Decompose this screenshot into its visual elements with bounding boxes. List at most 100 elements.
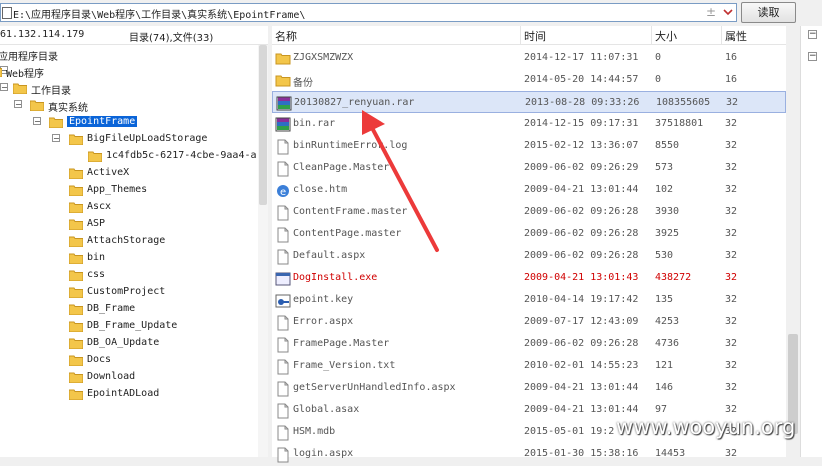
tree-node[interactable]: bin <box>0 250 258 266</box>
tree-node[interactable]: CustomProject <box>0 284 258 300</box>
file-name: CleanPage.Master <box>293 162 390 173</box>
file-size: 4736 <box>655 338 680 349</box>
file-name: ContentPage.master <box>293 228 402 239</box>
tree-node[interactable]: AttachStorage <box>0 233 258 249</box>
tree-node-label: css <box>87 269 106 280</box>
file-row[interactable]: DogInstall.exe 2009-04-21 13:01:43 438272 3… <box>272 267 786 289</box>
file-row[interactable]: Default.aspx 2009-06-02 09:26:28 530 32 <box>272 245 786 267</box>
file-row[interactable]: ZJGXSMZWZX 2014-12-17 11:07:31 0 16 <box>272 47 786 69</box>
folder-icon <box>29 99 45 112</box>
plus-minus-icon[interactable]: ± <box>706 5 716 19</box>
file-row[interactable]: ContentFrame.master 2009-06-02 09:26:28 39… <box>272 201 786 223</box>
chevron-down-icon[interactable] <box>719 3 737 22</box>
tree-node-label: Download <box>87 371 136 382</box>
read-button[interactable]: 读取 <box>741 2 796 23</box>
file-size: 3925 <box>655 228 680 239</box>
file-row[interactable]: epoint.key 2010-04-14 19:17:42 135 32 <box>272 289 786 311</box>
tree-node[interactable]: Docs <box>0 352 258 368</box>
tree-node[interactable]: css <box>0 267 258 283</box>
file-row[interactable]: Error.aspx 2009-07-17 12:43:09 4253 32 <box>272 311 786 333</box>
collapse-icon[interactable]: − <box>52 134 60 143</box>
tree-node[interactable]: − BigFileUpLoadStorage <box>0 131 258 147</box>
path-input[interactable]: E:\应用程序目录\Web程序\工作目录\真实系统\EpointFrame\ ± <box>0 3 737 22</box>
column-name[interactable]: 名称 <box>275 28 297 44</box>
file-size: 0 <box>655 74 662 85</box>
tree-node-label: 真实系统 <box>48 103 88 114</box>
file-attr: 32 <box>725 118 738 129</box>
file-time: 2014-12-17 11:07:31 <box>524 52 639 63</box>
tree-node-label: BigFileUpLoadStorage <box>87 133 208 144</box>
file-size: 135 <box>655 294 674 305</box>
file-row[interactable]: e close.htm 2009-04-21 13:01:44 102 32 <box>272 179 786 201</box>
tree-node[interactable]: DB_Frame <box>0 301 258 317</box>
file-size: 3930 <box>655 206 680 217</box>
file-size: 0 <box>655 52 662 63</box>
file-time: 2009-06-02 09:26:28 <box>524 250 639 261</box>
file-row[interactable]: login.aspx 2015-01-30 15:38:16 14453 32 <box>272 443 786 465</box>
folder-icon <box>12 82 28 95</box>
tree-node[interactable]: ASP <box>0 216 258 232</box>
tree-node[interactable]: − 真实系统 <box>0 97 258 114</box>
tree-node[interactable]: Download <box>0 369 258 385</box>
tree-node[interactable]: EpointADLoad <box>0 386 258 402</box>
folder-icon <box>68 337 84 350</box>
file-name: binRuntimeError.log <box>293 140 408 151</box>
tree-node[interactable]: − Web程序 <box>0 63 258 80</box>
file-name: Global.asax <box>293 404 360 415</box>
column-attr[interactable]: 属性 <box>725 28 747 44</box>
file-name: bin.rar <box>293 118 336 129</box>
collapse-icon[interactable]: − <box>14 100 22 109</box>
tree-node[interactable]: ActiveX <box>0 165 258 181</box>
server-ip: 61.132.114.179 <box>0 29 85 40</box>
tree-node[interactable]: 应用程序目录 <box>0 46 258 63</box>
tree-node[interactable]: − EpointFrame <box>0 114 258 130</box>
folder-icon <box>68 184 84 197</box>
collapse-icon[interactable]: − <box>808 30 817 39</box>
file-size: 8550 <box>655 140 680 151</box>
tree-node[interactable]: Ascx <box>0 199 258 215</box>
doc-icon <box>275 447 289 463</box>
file-name: login.aspx <box>293 448 354 459</box>
doc-icon <box>275 227 289 243</box>
file-row[interactable]: Frame_Version.txt 2010-02-01 14:55:23 121 3… <box>272 355 786 377</box>
collapse-icon[interactable]: − <box>0 83 8 92</box>
doc-icon <box>275 249 289 265</box>
tree-scrollbar[interactable] <box>258 45 268 457</box>
tree-node[interactable]: − 工作目录 <box>0 80 258 97</box>
collapse-icon[interactable]: − <box>33 117 41 126</box>
tree-node-label: AttachStorage <box>87 235 166 246</box>
file-row[interactable]: CleanPage.Master 2009-06-02 09:26:29 573 32 <box>272 157 786 179</box>
file-row[interactable]: binRuntimeError.log 2015-02-12 13:36:07 85… <box>272 135 786 157</box>
file-row[interactable]: 20130827_renyuan.rar 2013-08-28 09:33:26 1… <box>272 91 786 113</box>
collapse-icon[interactable]: − <box>808 52 817 61</box>
file-row[interactable]: bin.rar 2014-12-15 09:17:31 37518801 32 <box>272 113 786 135</box>
tree-node-label: DB_Frame <box>87 303 136 314</box>
file-list-pane: 名称 时间 大小 属性 ZJGXSMZWZX 2014-12-17 11:07:3… <box>272 26 786 463</box>
tree-node[interactable]: DB_OA_Update <box>0 335 258 351</box>
file-attr: 32 <box>725 184 738 195</box>
file-size: 108355605 <box>656 97 711 108</box>
tree-node[interactable]: 1c4fdb5c-6217-4cbe-9aa4-a <box>0 148 258 164</box>
file-row[interactable]: 备份 2014-05-20 14:44:57 0 16 <box>272 69 786 91</box>
folder-icon <box>68 252 84 265</box>
file-size: 37518801 <box>655 118 704 129</box>
scrollbar-thumb[interactable] <box>259 45 267 205</box>
folder-icon <box>68 320 84 333</box>
file-time: 2009-06-02 09:26:28 <box>524 338 639 349</box>
file-row[interactable]: ContentPage.master 2009-06-02 09:26:28 392… <box>272 223 786 245</box>
address-toolbar: E:\应用程序目录\Web程序\工作目录\真实系统\EpointFrame\ ±… <box>0 0 822 26</box>
file-attr: 16 <box>725 52 738 63</box>
file-attr: 16 <box>725 74 738 85</box>
tree-node[interactable]: DB_Frame_Update <box>0 318 258 334</box>
tree-node[interactable]: App_Themes <box>0 182 258 198</box>
file-time: 2009-06-02 09:26:28 <box>524 206 639 217</box>
file-time: 2015-01-30 15:38:16 <box>524 448 639 459</box>
file-row[interactable]: getServerUnHandledInfo.aspx 2009-04-21 13… <box>272 377 786 399</box>
column-size[interactable]: 大小 <box>655 28 677 44</box>
file-row[interactable]: FramePage.Master 2009-06-02 09:26:28 4736 3… <box>272 333 786 355</box>
column-time[interactable]: 时间 <box>524 28 546 44</box>
folder-icon <box>68 286 84 299</box>
tree-header: 61.132.114.179 目录(74),文件(33) <box>0 26 268 45</box>
file-attr: 32 <box>725 404 738 415</box>
file-list-scrollbar[interactable] <box>786 26 800 457</box>
